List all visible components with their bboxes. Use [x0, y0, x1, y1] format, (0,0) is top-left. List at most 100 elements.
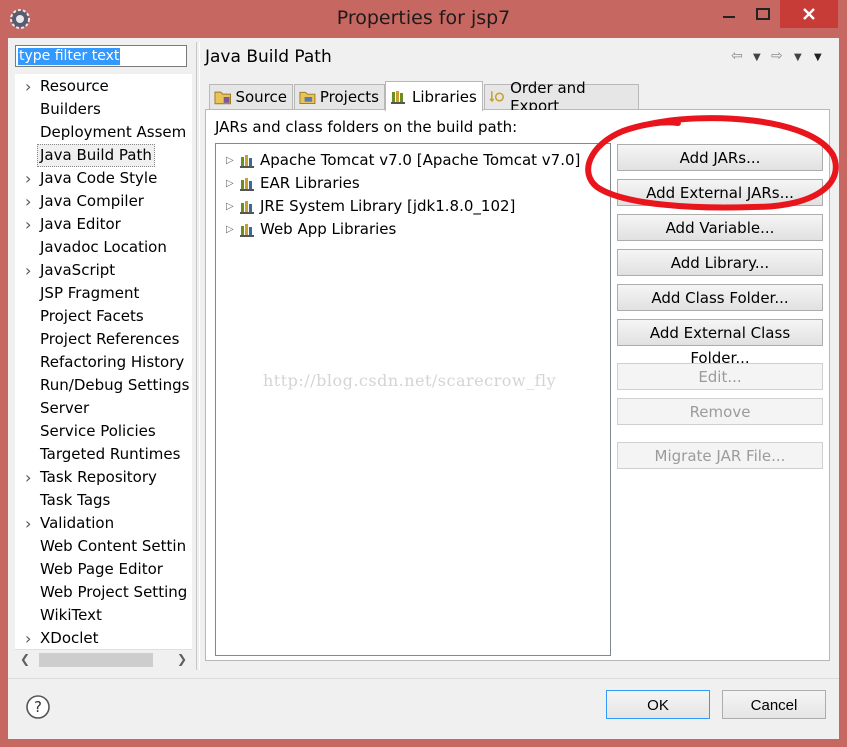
add-external-class-folder-button[interactable]: Add External Class Folder...	[617, 319, 823, 367]
sidebar-item[interactable]: › Java Compiler	[15, 190, 192, 213]
expand-arrow-icon[interactable]: ›	[25, 627, 37, 650]
sidebar-item-label: Deployment Assem	[40, 123, 187, 141]
sidebar-item[interactable]: › Java Editor	[15, 213, 192, 236]
library-label: Web App Libraries	[260, 220, 397, 238]
add-class-folder-button[interactable]: Add Class Folder...	[617, 284, 823, 311]
sidebar-item-label: Task Tags	[40, 491, 111, 509]
tab-libraries[interactable]: Libraries	[385, 81, 483, 111]
sidebar-item[interactable]: Refactoring History	[15, 351, 192, 374]
red-annotation-circle	[585, 115, 839, 211]
expand-arrow-icon[interactable]: ▷	[226, 218, 234, 241]
sidebar-item-label: Java Code Style	[40, 169, 158, 187]
sidebar-item[interactable]: Web Content Settin	[15, 535, 192, 558]
expand-arrow-icon[interactable]: ›	[25, 167, 37, 190]
sidebar-item[interactable]: Service Policies	[15, 420, 192, 443]
sidebar-item[interactable]: Web Project Setting	[15, 581, 192, 604]
scroll-right-icon[interactable]: ❯	[172, 650, 192, 669]
sidebar-item-label: Server	[40, 399, 90, 417]
sidebar-item[interactable]: Run/Debug Settings	[15, 374, 192, 397]
sidebar-item-label: Targeted Runtimes	[40, 445, 181, 463]
scrollbar-thumb[interactable]	[39, 653, 153, 667]
expand-arrow-icon[interactable]: ›	[25, 512, 37, 535]
order-export-icon	[489, 91, 504, 103]
libraries-icon	[391, 90, 405, 104]
migrate-jar-button[interactable]: Migrate JAR File...	[617, 442, 823, 469]
footer-separator	[8, 678, 839, 679]
maximize-button[interactable]	[746, 0, 780, 28]
expand-arrow-icon[interactable]: ▷	[226, 172, 234, 195]
tab-projects[interactable]: Projects	[294, 84, 385, 109]
sidebar-item[interactable]: JSP Fragment	[15, 282, 192, 305]
sidebar-item-label: XDoclet	[40, 629, 99, 647]
sidebar-item-label: Java Build Path	[37, 144, 155, 167]
close-button[interactable]	[780, 0, 838, 28]
view-menu-icon[interactable]: ▼	[814, 52, 822, 63]
remove-button[interactable]: Remove	[617, 398, 823, 425]
minimize-button[interactable]	[712, 0, 746, 28]
sidebar-item[interactable]: › Resource	[15, 75, 192, 98]
tab-libraries-label: Libraries	[412, 87, 477, 106]
tab-order-and-export[interactable]: Order and Export	[484, 79, 639, 115]
sidebar-item-label: Web Project Setting	[40, 583, 188, 601]
sidebar-item[interactable]: › JavaScript	[15, 259, 192, 282]
sidebar-item-label: Web Content Settin	[40, 537, 187, 555]
tab-projects-label: Projects	[319, 88, 379, 106]
scroll-left-icon[interactable]: ❮	[15, 650, 35, 669]
sidebar-item[interactable]: Web Page Editor	[15, 558, 192, 581]
watermark: http://blog.csdn.net/scarecrow_fly	[263, 371, 557, 390]
sidebar-item[interactable]: Java Build Path	[15, 144, 192, 167]
cancel-button[interactable]: Cancel	[722, 690, 826, 719]
add-variable-button[interactable]: Add Variable...	[617, 214, 823, 241]
page-title: Java Build Path	[205, 47, 332, 67]
sidebar-item-label: Refactoring History	[40, 353, 185, 371]
forward-arrow-icon[interactable]: ⇨	[771, 48, 783, 64]
expand-arrow-icon[interactable]: ▷	[226, 195, 234, 218]
sidebar-item[interactable]: Builders	[15, 98, 192, 121]
ok-button[interactable]: OK	[606, 690, 710, 719]
sidebar-item[interactable]: WikiText	[15, 604, 192, 627]
sidebar-item-label: JSP Fragment	[40, 284, 140, 302]
property-page-tree: › Resource Builders Deployment Assem Java Bu…	[15, 74, 192, 669]
sidebar-item[interactable]: › Validation	[15, 512, 192, 535]
edit-button[interactable]: Edit...	[617, 363, 823, 390]
libraries-label: JARs and class folders on the build path…	[215, 118, 518, 136]
sidebar-item[interactable]: Project Facets	[15, 305, 192, 328]
expand-arrow-icon[interactable]: ›	[25, 190, 37, 213]
sidebar-item[interactable]: › XDoclet	[15, 627, 192, 650]
expand-arrow-icon[interactable]: ›	[25, 259, 37, 282]
source-folder-icon	[214, 91, 231, 105]
expand-arrow-icon[interactable]: ▷	[226, 149, 234, 172]
sidebar-item[interactable]: Targeted Runtimes	[15, 443, 192, 466]
sidebar-item[interactable]: Server	[15, 397, 192, 420]
back-arrow-icon[interactable]: ⇦	[731, 48, 743, 64]
sidebar-item-label: Java Compiler	[40, 192, 144, 210]
tab-source[interactable]: Source	[209, 84, 293, 109]
tab-source-label: Source	[235, 88, 287, 106]
forward-dropdown-icon[interactable]: ▼	[794, 52, 802, 63]
tree-horizontal-scrollbar[interactable]: ❮ ❯	[15, 649, 192, 669]
expand-arrow-icon[interactable]: ›	[25, 213, 37, 236]
splitter[interactable]	[196, 42, 200, 670]
filter-text: type filter text	[18, 48, 121, 65]
sidebar-item-label: Task Repository	[40, 468, 157, 486]
sidebar-item-label: WikiText	[40, 606, 102, 624]
expand-arrow-icon[interactable]: ›	[25, 75, 37, 98]
back-dropdown-icon[interactable]: ▼	[753, 52, 761, 63]
sidebar-item[interactable]: › Task Repository	[15, 466, 192, 489]
sidebar-item[interactable]: Task Tags	[15, 489, 192, 512]
sidebar-item[interactable]: Deployment Assem	[15, 121, 192, 144]
sidebar-item-label: Validation	[40, 514, 115, 532]
title-bar: Properties for jsp7	[0, 0, 847, 38]
sidebar-item-label: Service Policies	[40, 422, 156, 440]
dialog-body: type filter text › Resource Builders Deploy…	[8, 38, 839, 739]
sidebar-item[interactable]: › Java Code Style	[15, 167, 192, 190]
library-icon	[240, 155, 254, 168]
add-library-button[interactable]: Add Library...	[617, 249, 823, 276]
filter-input[interactable]: type filter text	[15, 45, 187, 67]
help-icon[interactable]: ?	[25, 694, 51, 720]
libraries-tree[interactable]: ▷ Apache Tomcat v7.0 [Apache Tomcat v7.0]…	[215, 143, 611, 656]
sidebar-item-label: Java Editor	[40, 215, 121, 233]
expand-arrow-icon[interactable]: ›	[25, 466, 37, 489]
sidebar-item[interactable]: Javadoc Location	[15, 236, 192, 259]
sidebar-item[interactable]: Project References	[15, 328, 192, 351]
